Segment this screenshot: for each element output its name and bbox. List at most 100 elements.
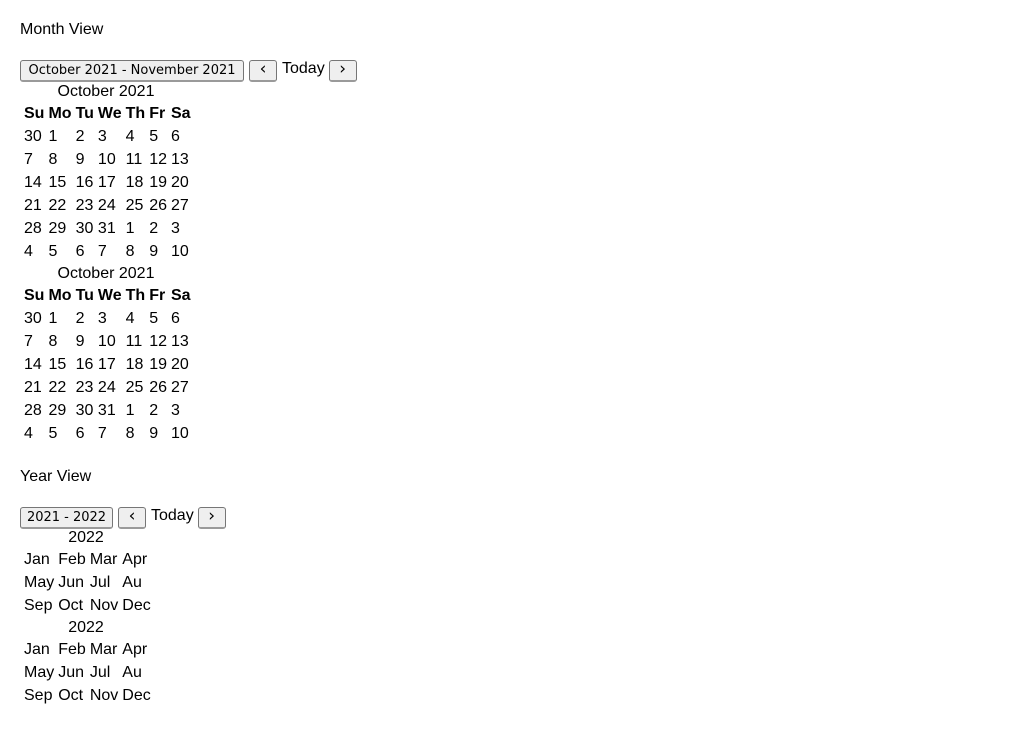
day-cell[interactable]: 9: [75, 331, 95, 352]
day-cell[interactable]: 31: [97, 400, 123, 421]
day-cell[interactable]: 16: [75, 354, 95, 375]
day-cell[interactable]: 30: [23, 126, 45, 147]
day-cell[interactable]: 21: [23, 195, 45, 216]
month-cell[interactable]: Oct: [57, 685, 87, 706]
day-cell[interactable]: 18: [125, 354, 147, 375]
day-cell[interactable]: 9: [75, 149, 95, 170]
day-cell[interactable]: 8: [47, 149, 72, 170]
day-cell[interactable]: 8: [125, 241, 147, 262]
month-cell[interactable]: Jan: [23, 639, 55, 660]
day-cell[interactable]: 1: [47, 126, 72, 147]
month-cell[interactable]: Au: [121, 572, 151, 593]
day-cell[interactable]: 10: [97, 149, 123, 170]
day-cell[interactable]: 2: [75, 126, 95, 147]
day-cell[interactable]: 15: [47, 172, 72, 193]
month-cell[interactable]: Jun: [57, 662, 87, 683]
day-cell[interactable]: 7: [97, 241, 123, 262]
day-cell[interactable]: 27: [170, 377, 192, 398]
day-cell[interactable]: 29: [47, 218, 72, 239]
day-cell[interactable]: 11: [125, 331, 147, 352]
day-cell[interactable]: 4: [23, 423, 45, 444]
day-cell[interactable]: 19: [148, 172, 168, 193]
day-cell[interactable]: 23: [75, 195, 95, 216]
day-cell[interactable]: 30: [23, 308, 45, 329]
month-today-label[interactable]: Today: [277, 60, 329, 78]
day-cell[interactable]: 23: [75, 377, 95, 398]
day-cell[interactable]: 26: [148, 377, 168, 398]
day-cell[interactable]: 10: [97, 331, 123, 352]
month-cell[interactable]: May: [23, 572, 55, 593]
day-cell[interactable]: 11: [125, 149, 147, 170]
day-cell[interactable]: 4: [23, 241, 45, 262]
day-cell[interactable]: 26: [148, 195, 168, 216]
day-cell[interactable]: 12: [148, 149, 168, 170]
month-cell[interactable]: Oct: [57, 595, 87, 616]
month-cell[interactable]: Jun: [57, 572, 87, 593]
day-cell[interactable]: 8: [47, 331, 72, 352]
day-cell[interactable]: 7: [23, 149, 45, 170]
month-cell[interactable]: Nov: [89, 685, 119, 706]
day-cell[interactable]: 25: [125, 195, 147, 216]
day-cell[interactable]: 3: [97, 308, 123, 329]
month-cell[interactable]: Jan: [23, 549, 55, 570]
day-cell[interactable]: 7: [23, 331, 45, 352]
day-cell[interactable]: 19: [148, 354, 168, 375]
month-cell[interactable]: Apr: [121, 639, 151, 660]
day-cell[interactable]: 1: [125, 400, 147, 421]
year-prev-button[interactable]: ‹: [118, 507, 146, 529]
month-prev-button[interactable]: ‹: [249, 60, 277, 82]
month-cell[interactable]: Dec: [121, 685, 151, 706]
day-cell[interactable]: 4: [125, 126, 147, 147]
day-cell[interactable]: 20: [170, 354, 192, 375]
day-cell[interactable]: 5: [47, 241, 72, 262]
day-cell[interactable]: 2: [148, 400, 168, 421]
day-cell[interactable]: 9: [148, 241, 168, 262]
day-cell[interactable]: 20: [170, 172, 192, 193]
day-cell[interactable]: 13: [170, 149, 192, 170]
day-cell[interactable]: 3: [170, 400, 192, 421]
day-cell[interactable]: 5: [148, 308, 168, 329]
month-cell[interactable]: Dec: [121, 595, 151, 616]
day-cell[interactable]: 30: [75, 218, 95, 239]
day-cell[interactable]: 7: [97, 423, 123, 444]
month-cell[interactable]: Apr: [121, 549, 151, 570]
month-range-button[interactable]: October 2021 - November 2021: [20, 60, 244, 82]
month-cell[interactable]: Feb: [57, 549, 87, 570]
day-cell[interactable]: 22: [47, 195, 72, 216]
month-cell[interactable]: Nov: [89, 595, 119, 616]
month-cell[interactable]: Jul: [89, 662, 119, 683]
day-cell[interactable]: 6: [170, 126, 192, 147]
day-cell[interactable]: 13: [170, 331, 192, 352]
day-cell[interactable]: 1: [125, 218, 147, 239]
day-cell[interactable]: 14: [23, 172, 45, 193]
month-cell[interactable]: Jul: [89, 572, 119, 593]
day-cell[interactable]: 17: [97, 172, 123, 193]
month-cell[interactable]: Feb: [57, 639, 87, 660]
day-cell[interactable]: 28: [23, 218, 45, 239]
month-cell[interactable]: Sep: [23, 685, 55, 706]
day-cell[interactable]: 6: [75, 423, 95, 444]
month-next-button[interactable]: ›: [328, 60, 357, 82]
day-cell[interactable]: 29: [47, 400, 72, 421]
day-cell[interactable]: 15: [47, 354, 72, 375]
day-cell[interactable]: 22: [47, 377, 72, 398]
day-cell[interactable]: 28: [23, 400, 45, 421]
month-cell[interactable]: Sep: [23, 595, 55, 616]
day-cell[interactable]: 4: [125, 308, 147, 329]
day-cell[interactable]: 3: [97, 126, 123, 147]
month-cell[interactable]: Mar: [89, 639, 119, 660]
day-cell[interactable]: 6: [75, 241, 95, 262]
day-cell[interactable]: 10: [170, 423, 192, 444]
day-cell[interactable]: 14: [23, 354, 45, 375]
month-cell[interactable]: Au: [121, 662, 151, 683]
day-cell[interactable]: 24: [97, 195, 123, 216]
day-cell[interactable]: 8: [125, 423, 147, 444]
day-cell[interactable]: 5: [148, 126, 168, 147]
day-cell[interactable]: 21: [23, 377, 45, 398]
day-cell[interactable]: 30: [75, 400, 95, 421]
month-cell[interactable]: Mar: [89, 549, 119, 570]
day-cell[interactable]: 12: [148, 331, 168, 352]
year-today-label[interactable]: Today: [146, 507, 198, 525]
day-cell[interactable]: 24: [97, 377, 123, 398]
day-cell[interactable]: 2: [75, 308, 95, 329]
